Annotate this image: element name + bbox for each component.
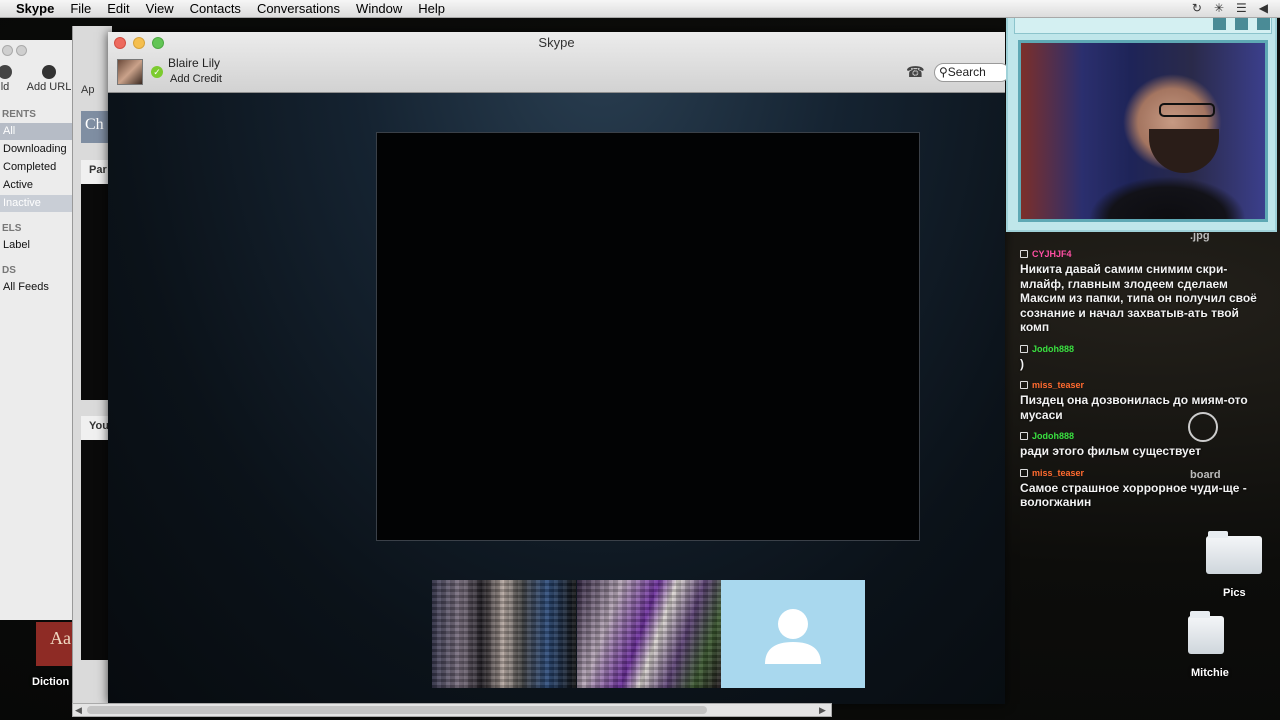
chat-message: CYJHJF4 Никита давай самим снимим скри-м… [1020,248,1270,335]
filter-all[interactable]: All [0,123,72,140]
menu-bar: Skype File Edit View Contacts Conversati… [0,0,1280,18]
participant-placeholder[interactable] [721,580,865,688]
dictionary-label[interactable]: Diction [32,676,69,688]
add-torrent-label: ld [0,81,10,93]
chat-username: Jodoh888 [1032,431,1075,441]
volume-icon[interactable]: ◀ [1259,1,1268,15]
menu-file[interactable]: File [62,1,99,16]
section-torrents: RENTS [2,109,36,120]
contact-name[interactable]: Blaire Lily [168,56,220,70]
chat-text: Самое страшное хоррорное чуди-ще - волог… [1020,480,1247,510]
window-close-dot[interactable] [2,45,13,56]
streamer-webcam [1006,4,1277,232]
your-pane-label: You [89,420,109,432]
add-credit-link[interactable]: Add Credit [170,73,222,85]
scrollbar-thumb[interactable] [87,706,707,714]
parts-pane-label: Par [89,164,107,176]
jpg-file-label[interactable]: .jpg [1190,230,1210,242]
webcam-person [1149,129,1219,173]
toolbar-add-url-button[interactable]: Add URL [26,65,72,93]
add-url-label: Add URL [26,81,72,93]
filter-inactive[interactable]: Inactive [0,195,72,212]
menu-tray: ↻ ✳ ☰ ◀ [1192,1,1268,15]
scroll-right-arrow-icon[interactable]: ▶ [819,705,829,716]
menu-app-name[interactable]: Skype [0,1,62,16]
section-feeds: DS [2,265,16,276]
pics-folder-icon[interactable] [1206,531,1262,574]
avatar[interactable] [117,59,143,85]
wifi-icon[interactable]: ☰ [1236,1,1247,15]
chat-username: miss_teaser [1032,467,1085,478]
feeds-all[interactable]: All Feeds [0,279,72,296]
menu-contacts[interactable]: Contacts [182,1,249,16]
chat-message: miss_teaser Пиздец она дозвонилась до ми… [1020,379,1270,422]
skype-window: Skype ✓ Blaire Lily Add Credit ☎ ⚲Search [108,32,1010,704]
webcam-person-glasses [1159,103,1215,117]
window-title: Skype [538,35,575,50]
dictionary-icon[interactable]: Aa [36,622,72,666]
menu-window[interactable]: Window [348,1,410,16]
chat-badge-icon [1020,432,1028,440]
add-torrent-icon [0,65,12,79]
main-video-area[interactable] [376,132,920,541]
chat-badge-icon [1020,381,1028,389]
chat-username: CYJHJF4 [1032,249,1072,259]
apps-label: Ap [81,84,95,96]
webcam-feed [1018,40,1268,222]
time-machine-icon[interactable]: ↻ [1192,1,1202,15]
search-icon: ⚲ [939,65,948,79]
mitchie-folder-icon[interactable] [1188,611,1224,654]
online-status-icon: ✓ [151,66,163,78]
menu-help[interactable]: Help [410,1,453,16]
skype-titlebar: Skype ✓ Blaire Lily Add Credit ☎ ⚲Search [108,32,1010,93]
frame-square-icon [1213,17,1226,30]
search-label: Search [947,65,986,79]
menu-conversations[interactable]: Conversations [249,1,348,16]
chat-text: ради этого фильм существует [1020,444,1201,458]
stream-chat: CYJHJF4 Никита давай самим снимим скри-м… [1020,248,1270,518]
chat-username: miss_teaser [1032,380,1085,390]
chat-text: Никита давай самим снимим скри-млайф, гл… [1020,262,1257,334]
label-item[interactable]: Label [0,237,72,254]
person-icon [765,609,821,664]
chat-badge-icon [1020,344,1028,353]
chat-text: ) [1020,356,1024,371]
filter-active[interactable]: Active [0,177,72,194]
chat-text: Пиздец она дозвонилась до миям-ото мусас… [1020,393,1248,422]
dial-pad-icon[interactable]: ☎ [906,63,925,81]
frame-square-icon [1257,17,1270,30]
participant-video-2[interactable] [577,580,721,688]
chat-username: Jodoh888 [1032,343,1075,354]
scroll-left-arrow-icon[interactable]: ◀ [75,705,85,716]
background-window: Ap Ch Par You [72,26,113,716]
frame-square-icon [1235,17,1248,30]
filter-downloading[interactable]: Downloading [0,141,72,158]
filter-completed[interactable]: Completed [0,159,72,176]
section-labels: ELS [2,223,22,234]
horizontal-scrollbar[interactable]: ◀ ▶ [72,703,832,717]
participant-video-1[interactable] [432,580,576,688]
mitchie-folder-label[interactable]: Mitchie [1191,667,1229,679]
window-minimize-dot[interactable] [16,45,27,56]
chat-message: Jodoh888 ради этого фильм существует [1020,430,1270,459]
menu-edit[interactable]: Edit [99,1,137,16]
pics-folder-label[interactable]: Pics [1223,587,1246,599]
toolbar-add-button[interactable]: ld [0,65,12,93]
torrent-window: ld Add URL RENTS All Downloading Complet… [0,40,74,620]
globe-icon [42,65,56,79]
chat-badge-icon [1020,468,1028,477]
chat-badge-icon [1020,250,1028,258]
search-field[interactable]: ⚲Search [934,63,1010,82]
menu-view[interactable]: View [138,1,182,16]
bluetooth-icon[interactable]: ✳ [1214,1,1224,15]
chat-message: Jodoh888 ) [1020,343,1270,372]
chat-message: miss_teaser Самое страшное хоррорное чуд… [1020,467,1270,510]
